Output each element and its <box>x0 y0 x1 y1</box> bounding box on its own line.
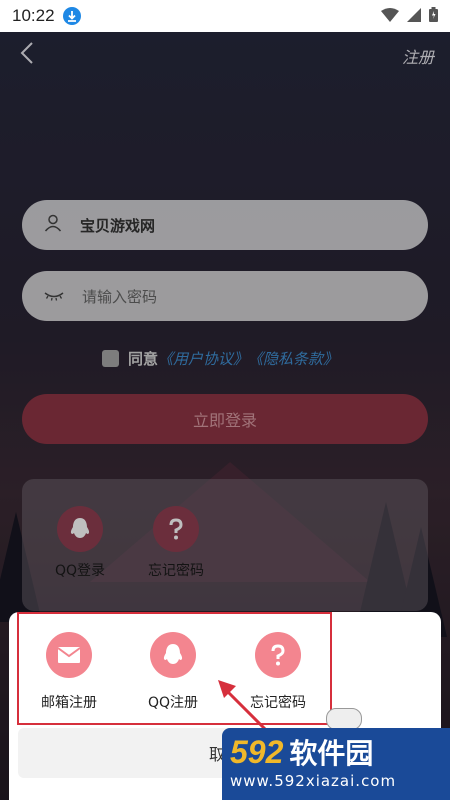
watermark-brand: 软件园 <box>289 737 374 770</box>
download-notification-icon <box>62 7 81 25</box>
battery-icon <box>429 6 438 26</box>
wifi-icon <box>381 7 399 26</box>
gamepad-mascot-decoration <box>326 708 362 730</box>
watermark: 592 软件园 www.592xiazai.com <box>222 728 450 800</box>
status-bar: 10:22 <box>0 0 450 32</box>
watermark-number: 592 <box>230 734 284 770</box>
watermark-url: www.592xiazai.com <box>230 772 397 790</box>
signal-icon <box>407 7 421 26</box>
status-time: 10:22 <box>12 6 55 25</box>
